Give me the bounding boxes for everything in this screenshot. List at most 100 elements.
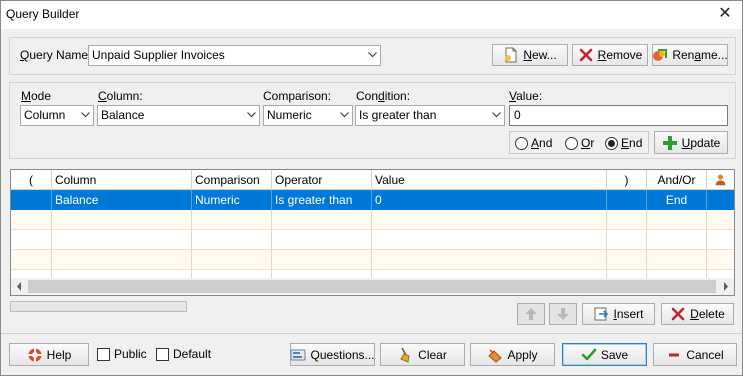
grid-header-open-paren[interactable]: (	[11, 170, 52, 190]
mode-label: Mode	[21, 89, 52, 103]
grid-header-close-paren[interactable]: )	[607, 170, 647, 190]
grid-header-operator[interactable]: Operator	[272, 170, 372, 190]
questions-label: Questions...	[310, 347, 375, 362]
clear-label: Clear	[418, 347, 447, 362]
radio-end[interactable]: End	[605, 136, 642, 150]
radio-or-indicator	[565, 136, 578, 150]
questions-button[interactable]: Questions...	[290, 343, 375, 366]
delete-label: Delete	[690, 307, 725, 321]
cell-comparison[interactable]: Numeric	[192, 190, 272, 210]
mode-select[interactable]: Column	[20, 105, 94, 126]
user-icon	[715, 174, 726, 186]
grid-header-comparison[interactable]: Comparison	[192, 170, 272, 190]
empty-cell	[11, 250, 52, 270]
insert-label: Insert	[613, 307, 644, 321]
grid-header-user[interactable]	[707, 170, 734, 190]
chevron-down-icon	[81, 112, 90, 118]
condition-select[interactable]: Is greater than	[355, 105, 505, 126]
chevron-down-icon	[368, 52, 377, 58]
delete-x-icon	[671, 307, 685, 321]
grid-header-value[interactable]: Value	[372, 170, 607, 190]
table-row[interactable]	[11, 270, 734, 290]
table-row[interactable]	[11, 230, 734, 250]
update-button[interactable]: Update	[654, 131, 728, 154]
delete-button[interactable]: Delete	[661, 303, 734, 325]
scroll-right-icon[interactable]	[717, 278, 734, 295]
cancel-button[interactable]: Cancel	[653, 343, 737, 366]
cell-value[interactable]: 0	[372, 190, 607, 210]
default-label: Default	[173, 347, 212, 361]
radio-or[interactable]: Or	[565, 136, 594, 150]
cancel-label: Cancel	[686, 347, 724, 362]
scrollbar-thumb[interactable]	[28, 280, 716, 293]
rename-query-button[interactable]: Rename...	[652, 44, 728, 66]
plus-icon	[662, 135, 677, 150]
new-query-button[interactable]: New...	[492, 44, 568, 66]
horizontal-scrollbar[interactable]	[11, 278, 734, 295]
move-down-button[interactable]	[549, 303, 577, 325]
conditions-grid[interactable]: ( Column Comparison Operator Value ) And…	[10, 169, 735, 296]
table-row[interactable]	[11, 210, 734, 230]
empty-cell	[52, 250, 192, 270]
update-label: Update	[681, 135, 721, 150]
value-input[interactable]: 0	[509, 105, 728, 126]
save-label: Save	[600, 347, 629, 362]
move-up-button[interactable]	[517, 303, 545, 325]
empty-cell	[372, 210, 607, 230]
rename-query-label: Rename...	[672, 48, 728, 62]
grid-header-column[interactable]: Column	[52, 170, 192, 190]
help-button[interactable]: Help	[9, 343, 89, 366]
table-row[interactable]	[11, 250, 734, 270]
comparison-value: Numeric	[267, 108, 312, 122]
cell-and-or[interactable]: End	[647, 190, 707, 210]
close-icon[interactable]: ✕	[714, 4, 736, 26]
radio-and[interactable]: And	[515, 136, 552, 150]
query-name-select[interactable]: Unpaid Supplier Invoices	[88, 45, 381, 66]
new-query-label: New...	[523, 48, 557, 62]
empty-cell	[272, 250, 372, 270]
mode-value: Column	[24, 108, 66, 122]
empty-cell	[607, 250, 647, 270]
insert-button[interactable]: Insert	[582, 303, 655, 325]
scroll-left-icon[interactable]	[11, 278, 28, 295]
table-row[interactable]: Balance Numeric Is greater than 0 End	[11, 190, 734, 210]
remove-query-label: Remove	[597, 48, 643, 62]
questions-icon	[290, 349, 306, 360]
broom-icon	[400, 347, 410, 363]
public-label: Public	[114, 347, 147, 361]
radio-end-label: End	[621, 136, 643, 150]
query-name-label: Query Name:	[20, 48, 92, 62]
comparison-select[interactable]: Numeric	[263, 105, 353, 126]
empty-cell	[192, 230, 272, 250]
cell-operator[interactable]: Is greater than	[272, 190, 372, 210]
clear-button[interactable]: Clear	[380, 343, 465, 366]
empty-cell	[647, 250, 707, 270]
column-select[interactable]: Balance	[97, 105, 260, 126]
remove-x-icon	[579, 48, 592, 62]
checkmark-icon	[581, 348, 597, 360]
grid-header-and-or[interactable]: And/Or	[647, 170, 707, 190]
empty-cell	[272, 210, 372, 230]
public-checkbox[interactable]: Public	[97, 347, 147, 361]
chevron-down-icon	[340, 112, 349, 118]
save-button[interactable]: Save	[562, 343, 647, 366]
footer-divider	[1, 333, 742, 334]
cell-open-paren[interactable]	[11, 190, 52, 210]
minus-icon	[669, 353, 680, 356]
cell-close-paren[interactable]	[607, 190, 647, 210]
title-bar: Query Builder ✕	[1, 1, 742, 29]
help-label: Help	[46, 347, 72, 362]
default-checkbox[interactable]: Default	[156, 347, 211, 361]
column-value: Balance	[101, 108, 145, 122]
cell-column[interactable]: Balance	[52, 190, 192, 210]
rename-icon	[653, 49, 668, 61]
empty-cell	[372, 250, 607, 270]
empty-cell	[52, 230, 192, 250]
empty-cell	[192, 210, 272, 230]
empty-cell	[607, 210, 647, 230]
empty-cell	[647, 230, 707, 250]
remove-query-button[interactable]: Remove	[572, 44, 648, 66]
empty-cell	[192, 250, 272, 270]
apply-button[interactable]: Apply	[470, 343, 555, 366]
apply-icon	[488, 349, 503, 363]
